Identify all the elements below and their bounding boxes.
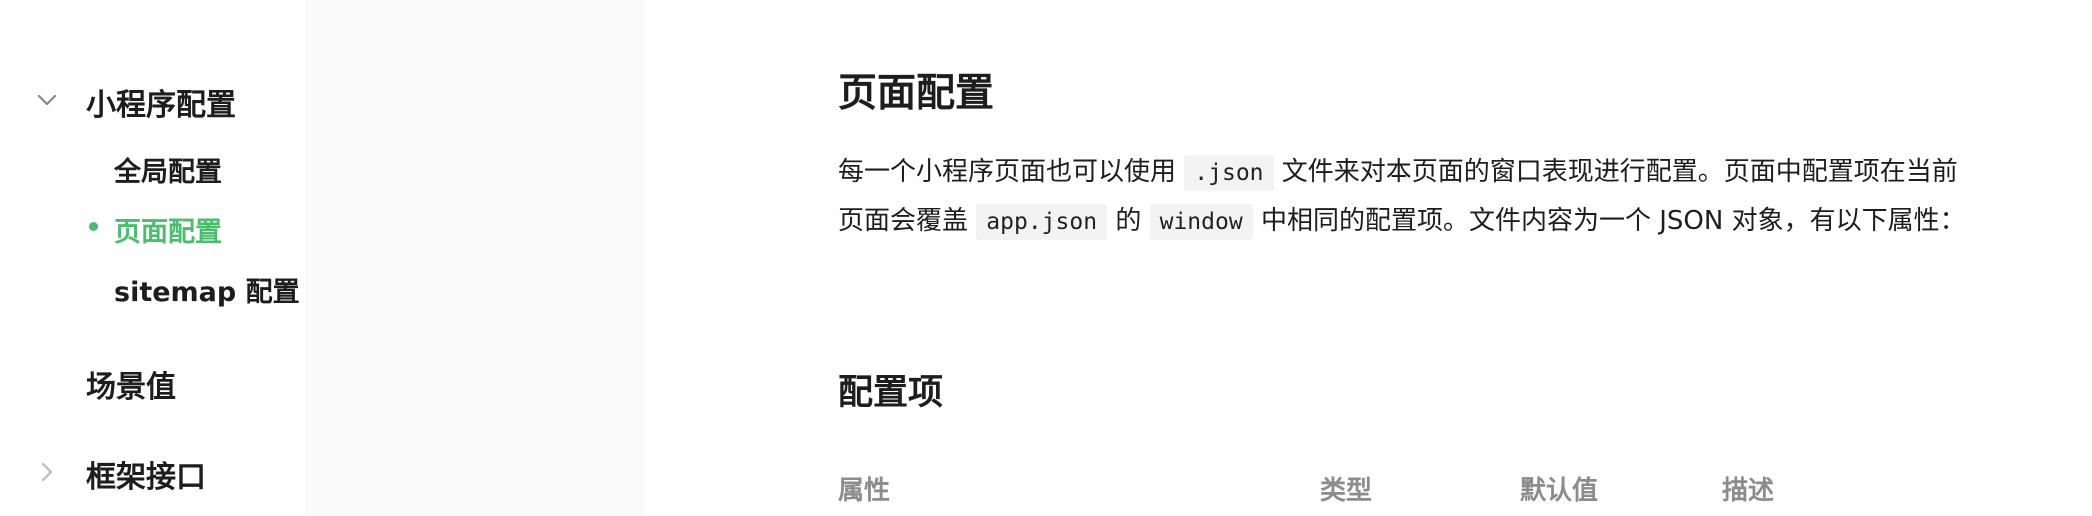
sidebar-nav-panel	[80, 0, 305, 516]
sidebar-group-label[interactable]: 小程序配置	[86, 80, 236, 124]
page-description: 每一个小程序页面也可以使用 .json 文件来对本页面的窗口表现进行配置。页面中…	[838, 148, 1978, 246]
sidebar-item-global-config[interactable]: 全局配置	[114, 150, 222, 189]
description-text: 每一个小程序页面也可以使用	[838, 157, 1177, 187]
sidebar-item-sitemap-config[interactable]: sitemap 配置	[114, 270, 300, 309]
page-title: 页面配置	[838, 71, 995, 116]
table-header-type: 类型	[1320, 476, 1373, 506]
table-header-desc: 描述	[1722, 476, 1775, 506]
table-header-default: 默认值	[1520, 476, 1599, 506]
inline-code-app-json: app.json	[976, 204, 1108, 240]
active-indicator-dot	[89, 222, 98, 231]
sidebar-group-scene-values[interactable]: 场景值	[86, 362, 176, 406]
description-text: 中相同的配置项。文件内容为一个 JSON 对象，有以下属性：	[1260, 206, 1966, 236]
chevron-down-icon[interactable]	[37, 93, 57, 107]
chevron-right-icon[interactable]	[40, 462, 54, 482]
description-text: 的	[1115, 206, 1142, 236]
inline-code-window: window	[1149, 204, 1253, 240]
section-title-config-items: 配置项	[838, 373, 944, 413]
sidebar-group-label[interactable]: 框架接口	[86, 452, 206, 496]
table-header-attr: 属性	[838, 476, 891, 506]
inline-code-json-ext: .json	[1184, 155, 1274, 191]
sidebar-item-page-config[interactable]: 页面配置	[114, 210, 222, 249]
docs-page: 小程序配置 全局配置 页面配置 sitemap 配置 场景值 框架接口 页面配置…	[0, 0, 2092, 516]
